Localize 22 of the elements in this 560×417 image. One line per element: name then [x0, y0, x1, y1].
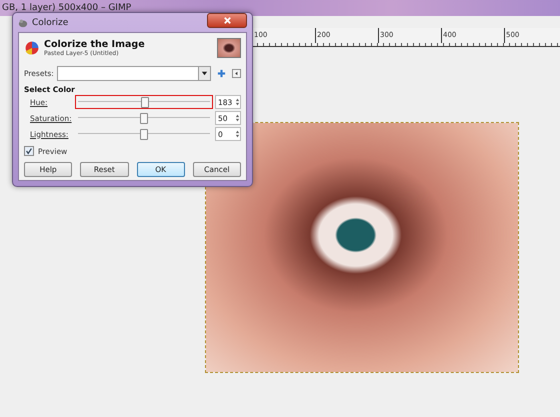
- slider[interactable]: [75, 127, 213, 141]
- slider-handle[interactable]: [140, 113, 148, 124]
- dialog-heading: Colorize the Image: [44, 39, 146, 50]
- window-title: GB, 1 layer) 500x400 – GIMP: [2, 3, 132, 13]
- slider-handle[interactable]: [140, 129, 148, 140]
- colorize-icon: [24, 40, 40, 56]
- add-icon[interactable]: [217, 69, 226, 78]
- spin-arrows-icon: [235, 129, 240, 139]
- spin-arrows-icon: [235, 113, 240, 123]
- preview-checkbox[interactable]: [24, 146, 34, 156]
- caret-icon: [201, 70, 208, 77]
- app-icon: [18, 18, 28, 28]
- close-icon: [222, 16, 232, 25]
- slider[interactable]: [75, 95, 213, 109]
- layer-thumbnail: [217, 38, 241, 58]
- close-button[interactable]: [207, 13, 247, 28]
- slider-handle[interactable]: [141, 97, 150, 108]
- menu-icon[interactable]: [232, 69, 241, 78]
- presets-dropdown[interactable]: [56, 66, 211, 81]
- dialog-title: Colorize: [32, 18, 70, 28]
- spin-arrows-icon: [235, 97, 240, 107]
- slider[interactable]: [75, 111, 213, 125]
